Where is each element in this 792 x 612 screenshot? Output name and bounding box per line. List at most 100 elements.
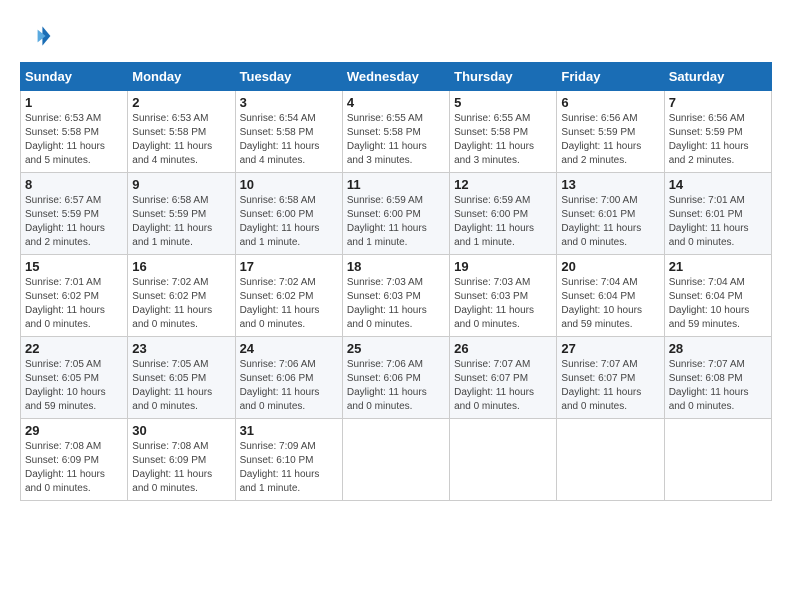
day-info: Sunrise: 7:07 AM Sunset: 6:08 PM Dayligh… (669, 358, 767, 414)
calendar-week-row: 29 Sunrise: 7:08 AM Sunset: 6:09 PM Dayl… (21, 419, 772, 501)
day-info: Sunrise: 7:09 AM Sunset: 6:10 PM Dayligh… (240, 440, 338, 496)
day-number: 5 (454, 95, 552, 110)
day-of-week-header: Thursday (450, 63, 557, 91)
calendar-cell: 29 Sunrise: 7:08 AM Sunset: 6:09 PM Dayl… (21, 419, 128, 501)
calendar-cell: 19 Sunrise: 7:03 AM Sunset: 6:03 PM Dayl… (450, 255, 557, 337)
day-number: 11 (347, 177, 445, 192)
day-info: Sunrise: 6:53 AM Sunset: 5:58 PM Dayligh… (25, 112, 123, 168)
day-number: 15 (25, 259, 123, 274)
page-header (20, 20, 772, 52)
logo-icon (20, 20, 52, 52)
day-number: 14 (669, 177, 767, 192)
day-number: 24 (240, 341, 338, 356)
calendar-cell: 13 Sunrise: 7:00 AM Sunset: 6:01 PM Dayl… (557, 173, 664, 255)
calendar-cell: 5 Sunrise: 6:55 AM Sunset: 5:58 PM Dayli… (450, 91, 557, 173)
calendar-cell (450, 419, 557, 501)
day-number: 20 (561, 259, 659, 274)
calendar-cell: 14 Sunrise: 7:01 AM Sunset: 6:01 PM Dayl… (664, 173, 771, 255)
calendar-cell: 7 Sunrise: 6:56 AM Sunset: 5:59 PM Dayli… (664, 91, 771, 173)
day-info: Sunrise: 6:57 AM Sunset: 5:59 PM Dayligh… (25, 194, 123, 250)
day-number: 29 (25, 423, 123, 438)
day-of-week-header: Tuesday (235, 63, 342, 91)
day-number: 28 (669, 341, 767, 356)
day-of-week-header: Monday (128, 63, 235, 91)
day-info: Sunrise: 6:56 AM Sunset: 5:59 PM Dayligh… (561, 112, 659, 168)
calendar-cell: 4 Sunrise: 6:55 AM Sunset: 5:58 PM Dayli… (342, 91, 449, 173)
day-number: 1 (25, 95, 123, 110)
calendar-cell: 27 Sunrise: 7:07 AM Sunset: 6:07 PM Dayl… (557, 337, 664, 419)
calendar-week-row: 1 Sunrise: 6:53 AM Sunset: 5:58 PM Dayli… (21, 91, 772, 173)
day-info: Sunrise: 7:00 AM Sunset: 6:01 PM Dayligh… (561, 194, 659, 250)
day-info: Sunrise: 7:06 AM Sunset: 6:06 PM Dayligh… (347, 358, 445, 414)
day-info: Sunrise: 6:58 AM Sunset: 5:59 PM Dayligh… (132, 194, 230, 250)
calendar-cell: 6 Sunrise: 6:56 AM Sunset: 5:59 PM Dayli… (557, 91, 664, 173)
calendar-cell (664, 419, 771, 501)
day-number: 12 (454, 177, 552, 192)
calendar-cell: 3 Sunrise: 6:54 AM Sunset: 5:58 PM Dayli… (235, 91, 342, 173)
day-number: 17 (240, 259, 338, 274)
day-of-week-header: Wednesday (342, 63, 449, 91)
day-info: Sunrise: 6:56 AM Sunset: 5:59 PM Dayligh… (669, 112, 767, 168)
day-number: 22 (25, 341, 123, 356)
day-number: 21 (669, 259, 767, 274)
calendar-cell (557, 419, 664, 501)
day-number: 18 (347, 259, 445, 274)
day-info: Sunrise: 7:02 AM Sunset: 6:02 PM Dayligh… (132, 276, 230, 332)
calendar-cell: 20 Sunrise: 7:04 AM Sunset: 6:04 PM Dayl… (557, 255, 664, 337)
day-number: 13 (561, 177, 659, 192)
day-info: Sunrise: 6:59 AM Sunset: 6:00 PM Dayligh… (347, 194, 445, 250)
calendar-cell: 22 Sunrise: 7:05 AM Sunset: 6:05 PM Dayl… (21, 337, 128, 419)
day-info: Sunrise: 7:02 AM Sunset: 6:02 PM Dayligh… (240, 276, 338, 332)
calendar-cell: 2 Sunrise: 6:53 AM Sunset: 5:58 PM Dayli… (128, 91, 235, 173)
calendar-cell: 28 Sunrise: 7:07 AM Sunset: 6:08 PM Dayl… (664, 337, 771, 419)
calendar-cell: 12 Sunrise: 6:59 AM Sunset: 6:00 PM Dayl… (450, 173, 557, 255)
calendar-cell: 11 Sunrise: 6:59 AM Sunset: 6:00 PM Dayl… (342, 173, 449, 255)
calendar-cell: 24 Sunrise: 7:06 AM Sunset: 6:06 PM Dayl… (235, 337, 342, 419)
day-number: 19 (454, 259, 552, 274)
day-number: 9 (132, 177, 230, 192)
day-number: 31 (240, 423, 338, 438)
day-info: Sunrise: 7:03 AM Sunset: 6:03 PM Dayligh… (454, 276, 552, 332)
day-number: 2 (132, 95, 230, 110)
day-info: Sunrise: 6:59 AM Sunset: 6:00 PM Dayligh… (454, 194, 552, 250)
day-info: Sunrise: 6:54 AM Sunset: 5:58 PM Dayligh… (240, 112, 338, 168)
day-number: 30 (132, 423, 230, 438)
day-info: Sunrise: 7:07 AM Sunset: 6:07 PM Dayligh… (561, 358, 659, 414)
logo (20, 20, 56, 52)
calendar-cell: 17 Sunrise: 7:02 AM Sunset: 6:02 PM Dayl… (235, 255, 342, 337)
calendar-cell: 16 Sunrise: 7:02 AM Sunset: 6:02 PM Dayl… (128, 255, 235, 337)
calendar-cell: 31 Sunrise: 7:09 AM Sunset: 6:10 PM Dayl… (235, 419, 342, 501)
day-info: Sunrise: 6:53 AM Sunset: 5:58 PM Dayligh… (132, 112, 230, 168)
calendar-cell: 25 Sunrise: 7:06 AM Sunset: 6:06 PM Dayl… (342, 337, 449, 419)
day-info: Sunrise: 7:04 AM Sunset: 6:04 PM Dayligh… (669, 276, 767, 332)
day-of-week-header: Sunday (21, 63, 128, 91)
day-info: Sunrise: 7:06 AM Sunset: 6:06 PM Dayligh… (240, 358, 338, 414)
calendar-cell: 8 Sunrise: 6:57 AM Sunset: 5:59 PM Dayli… (21, 173, 128, 255)
day-number: 6 (561, 95, 659, 110)
calendar-cell: 21 Sunrise: 7:04 AM Sunset: 6:04 PM Dayl… (664, 255, 771, 337)
day-info: Sunrise: 7:08 AM Sunset: 6:09 PM Dayligh… (25, 440, 123, 496)
day-number: 26 (454, 341, 552, 356)
calendar-cell: 9 Sunrise: 6:58 AM Sunset: 5:59 PM Dayli… (128, 173, 235, 255)
day-info: Sunrise: 6:55 AM Sunset: 5:58 PM Dayligh… (454, 112, 552, 168)
calendar-cell: 15 Sunrise: 7:01 AM Sunset: 6:02 PM Dayl… (21, 255, 128, 337)
day-info: Sunrise: 7:04 AM Sunset: 6:04 PM Dayligh… (561, 276, 659, 332)
days-header-row: SundayMondayTuesdayWednesdayThursdayFrid… (21, 63, 772, 91)
calendar-cell: 30 Sunrise: 7:08 AM Sunset: 6:09 PM Dayl… (128, 419, 235, 501)
calendar-cell: 26 Sunrise: 7:07 AM Sunset: 6:07 PM Dayl… (450, 337, 557, 419)
day-of-week-header: Saturday (664, 63, 771, 91)
day-info: Sunrise: 7:07 AM Sunset: 6:07 PM Dayligh… (454, 358, 552, 414)
calendar-cell: 23 Sunrise: 7:05 AM Sunset: 6:05 PM Dayl… (128, 337, 235, 419)
day-of-week-header: Friday (557, 63, 664, 91)
day-number: 4 (347, 95, 445, 110)
day-number: 23 (132, 341, 230, 356)
calendar-cell (342, 419, 449, 501)
calendar-cell: 10 Sunrise: 6:58 AM Sunset: 6:00 PM Dayl… (235, 173, 342, 255)
day-number: 16 (132, 259, 230, 274)
day-info: Sunrise: 6:55 AM Sunset: 5:58 PM Dayligh… (347, 112, 445, 168)
day-info: Sunrise: 7:05 AM Sunset: 6:05 PM Dayligh… (25, 358, 123, 414)
day-number: 27 (561, 341, 659, 356)
day-number: 7 (669, 95, 767, 110)
calendar-week-row: 22 Sunrise: 7:05 AM Sunset: 6:05 PM Dayl… (21, 337, 772, 419)
day-number: 10 (240, 177, 338, 192)
